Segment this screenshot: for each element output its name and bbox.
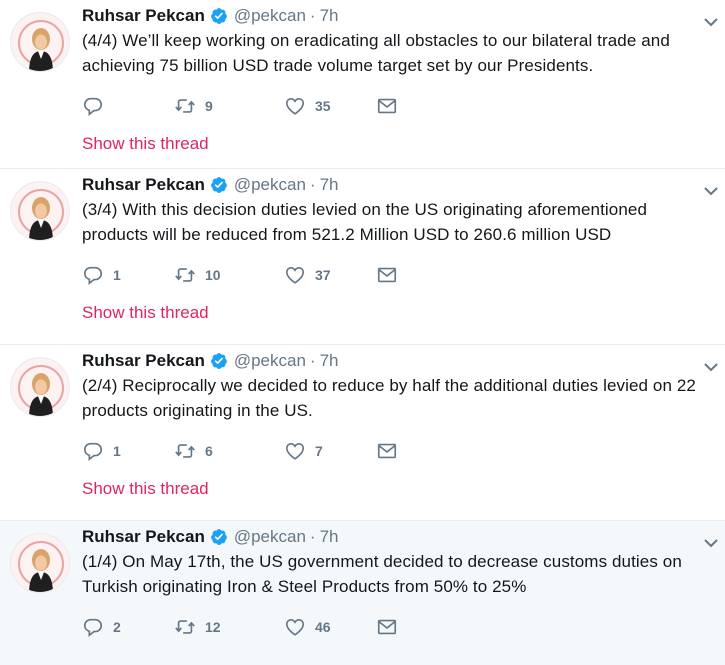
- retweet-count: 6: [205, 443, 213, 459]
- direct-message-button[interactable]: [376, 440, 398, 462]
- like-icon: [285, 267, 305, 284]
- tweet-text: (4/4) We’ll keep working on eradicating …: [82, 31, 670, 75]
- tweet-timestamp[interactable]: 7h: [320, 175, 339, 195]
- tweet-timestamp[interactable]: 7h: [320, 6, 339, 26]
- tweet-header: Ruhsar Pekcan @pekcan · 7h: [82, 525, 713, 549]
- direct-message-button[interactable]: [376, 95, 398, 117]
- tweet[interactable]: Ruhsar Pekcan @pekcan · 7h (3/4) With th…: [0, 169, 725, 345]
- tweet-actions: 9 35: [82, 94, 713, 118]
- avatar[interactable]: [10, 12, 70, 72]
- like-button[interactable]: 7: [284, 440, 376, 462]
- author-handle[interactable]: @pekcan: [234, 351, 306, 371]
- separator-dot: ·: [309, 351, 316, 370]
- tweet-body: Ruhsar Pekcan @pekcan · 7h (1/4) On May …: [82, 525, 713, 639]
- author-handle[interactable]: @pekcan: [234, 175, 306, 195]
- reply-icon: [83, 618, 103, 637]
- retweet-icon: [175, 268, 195, 282]
- tweet-header: Ruhsar Pekcan @pekcan · 7h: [82, 173, 713, 197]
- tweet-text: (1/4) On May 17th, the US government dec…: [82, 552, 682, 596]
- tweet[interactable]: Ruhsar Pekcan @pekcan · 7h (2/4) Recipro…: [0, 345, 725, 521]
- tweet[interactable]: Ruhsar Pekcan @pekcan · 7h (4/4) We’ll k…: [0, 0, 725, 169]
- like-count: 37: [315, 267, 331, 283]
- avatar[interactable]: [10, 533, 70, 593]
- tweet-actions: 1 6 7: [82, 439, 713, 463]
- chevron-down-icon[interactable]: [701, 181, 721, 201]
- like-button[interactable]: 37: [284, 264, 376, 286]
- tweet-body: Ruhsar Pekcan @pekcan · 7h (2/4) Recipro…: [82, 349, 713, 499]
- reply-button[interactable]: 1: [82, 264, 174, 286]
- separator-dot: ·: [309, 175, 316, 194]
- avatar[interactable]: [10, 181, 70, 241]
- verified-badge-icon: [210, 176, 228, 194]
- like-count: 35: [315, 98, 331, 114]
- show-thread-link[interactable]: Show this thread: [82, 303, 209, 323]
- tweet-text: (2/4) Reciprocally we decided to reduce …: [82, 376, 696, 420]
- tweet-timestamp[interactable]: 7h: [320, 351, 339, 371]
- author-name[interactable]: Ruhsar Pekcan: [82, 6, 205, 26]
- tweet-header: Ruhsar Pekcan @pekcan · 7h: [82, 349, 713, 373]
- author-handle[interactable]: @pekcan: [234, 6, 306, 26]
- like-button[interactable]: 35: [284, 95, 376, 117]
- retweet-icon: [175, 444, 195, 458]
- retweet-icon: [175, 620, 195, 634]
- retweet-count: 10: [205, 267, 221, 283]
- show-thread-link[interactable]: Show this thread: [82, 134, 209, 154]
- dm-icon: [377, 98, 397, 114]
- reply-icon: [83, 97, 103, 116]
- retweet-button[interactable]: 9: [174, 95, 284, 117]
- retweet-button[interactable]: 6: [174, 440, 284, 462]
- retweet-count: 9: [205, 98, 213, 114]
- dm-icon: [377, 443, 397, 459]
- like-count: 7: [315, 443, 323, 459]
- tweet-timestamp[interactable]: 7h: [320, 527, 339, 547]
- author-name[interactable]: Ruhsar Pekcan: [82, 175, 205, 195]
- direct-message-button[interactable]: [376, 264, 398, 286]
- dm-icon: [377, 619, 397, 635]
- author-name[interactable]: Ruhsar Pekcan: [82, 351, 205, 371]
- tweet-highlighted[interactable]: Ruhsar Pekcan @pekcan · 7h (1/4) On May …: [0, 521, 725, 665]
- author-handle[interactable]: @pekcan: [234, 527, 306, 547]
- reply-icon: [83, 266, 103, 285]
- direct-message-button[interactable]: [376, 616, 398, 638]
- reply-icon: [83, 442, 103, 461]
- retweet-button[interactable]: 10: [174, 264, 284, 286]
- separator-dot: ·: [309, 6, 316, 25]
- reply-button[interactable]: 2: [82, 616, 174, 638]
- tweet-header: Ruhsar Pekcan @pekcan · 7h: [82, 4, 713, 28]
- verified-badge-icon: [210, 7, 228, 25]
- reply-button[interactable]: [82, 95, 174, 117]
- tweet-actions: 2 12 46: [82, 615, 713, 639]
- reply-count: 1: [113, 267, 121, 283]
- reply-button[interactable]: 1: [82, 440, 174, 462]
- verified-badge-icon: [210, 528, 228, 546]
- like-icon: [285, 619, 305, 636]
- tweet-body: Ruhsar Pekcan @pekcan · 7h (4/4) We’ll k…: [82, 4, 713, 154]
- author-name[interactable]: Ruhsar Pekcan: [82, 527, 205, 547]
- chevron-down-icon[interactable]: [701, 12, 721, 32]
- reply-count: 2: [113, 619, 121, 635]
- retweet-icon: [175, 99, 195, 113]
- like-icon: [285, 443, 305, 460]
- tweet-text: (3/4) With this decision duties levied o…: [82, 200, 648, 244]
- chevron-down-icon[interactable]: [701, 357, 721, 377]
- reply-count: 1: [113, 443, 121, 459]
- like-count: 46: [315, 619, 331, 635]
- separator-dot: ·: [309, 527, 316, 546]
- verified-badge-icon: [210, 352, 228, 370]
- tweet-body: Ruhsar Pekcan @pekcan · 7h (3/4) With th…: [82, 173, 713, 323]
- tweet-feed: Ruhsar Pekcan @pekcan · 7h (4/4) We’ll k…: [0, 0, 725, 665]
- chevron-down-icon[interactable]: [701, 533, 721, 553]
- like-icon: [285, 98, 305, 115]
- tweet-actions: 1 10 37: [82, 263, 713, 287]
- dm-icon: [377, 267, 397, 283]
- show-thread-link[interactable]: Show this thread: [82, 479, 209, 499]
- retweet-count: 12: [205, 619, 221, 635]
- retweet-button[interactable]: 12: [174, 616, 284, 638]
- like-button[interactable]: 46: [284, 616, 376, 638]
- avatar[interactable]: [10, 357, 70, 417]
